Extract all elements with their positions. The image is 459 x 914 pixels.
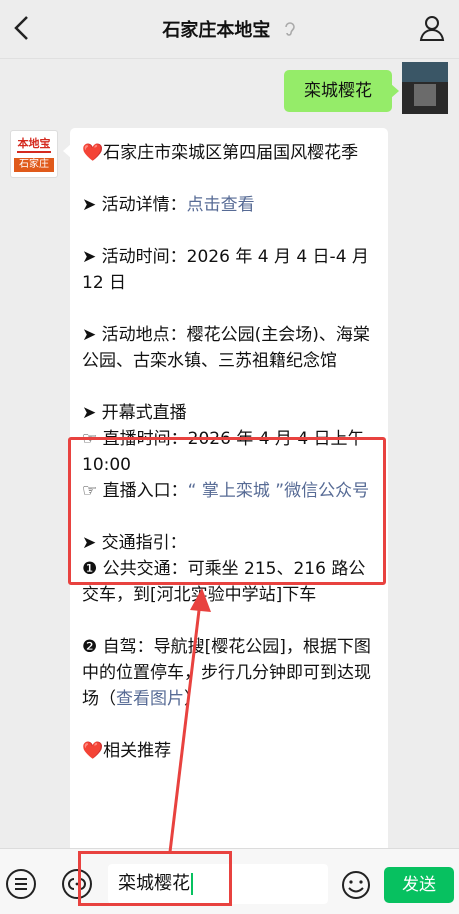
- account-avatar[interactable]: 本地宝 石家庄: [10, 130, 58, 178]
- live-title: ➤ 开幕式直播: [82, 403, 187, 423]
- outgoing-message-text: 栾城樱花: [304, 81, 372, 101]
- traffic-drive: ❷ 自驾：导航搜[樱花公园]，根据下图中的位置停车，步行几分钟即可到达现场（查看…: [82, 637, 371, 709]
- emoji-icon[interactable]: [340, 869, 372, 901]
- voice-icon[interactable]: [6, 869, 36, 899]
- avatar-logo-text: 本地宝: [17, 137, 51, 150]
- event-location: ➤ 活动地点：樱花公园(主会场)、海棠公园、古栾水镇、三苏祖籍纪念馆: [82, 325, 370, 371]
- details-link[interactable]: 点击查看: [187, 195, 255, 215]
- view-image-link[interactable]: 查看图片: [116, 689, 184, 709]
- event-details: ➤ 活动详情：点击查看: [82, 195, 255, 215]
- related-recommend: ❤️相关推荐: [82, 741, 172, 761]
- heart-icon: ❤️: [82, 741, 104, 761]
- person-icon[interactable]: [417, 13, 447, 43]
- my-avatar[interactable]: [402, 62, 448, 114]
- avatar-logo-city: 石家庄: [14, 158, 54, 172]
- chat-title-wrap: 石家庄本地宝: [0, 16, 459, 42]
- top-nav-bar: 石家庄本地宝: [0, 0, 459, 59]
- live-info-highlight-box: [68, 437, 386, 585]
- avatar-logo-line: [17, 151, 51, 153]
- input-highlight-box: [78, 851, 232, 906]
- chat-title: 石家庄本地宝: [162, 20, 271, 41]
- avatar-pixel: [414, 84, 436, 106]
- event-title: ❤️石家庄市栾城区第四届国风樱花季: [82, 143, 359, 163]
- event-time: ➤ 活动时间：2026 年 4 月 4 日-4 月 12 日: [82, 247, 369, 293]
- outgoing-message-bubble[interactable]: 栾城樱花: [284, 70, 399, 112]
- avatar-pixel: [402, 62, 448, 82]
- send-button[interactable]: 发送: [384, 867, 454, 903]
- heart-icon: ❤️: [82, 143, 104, 163]
- ear-icon: [283, 21, 297, 41]
